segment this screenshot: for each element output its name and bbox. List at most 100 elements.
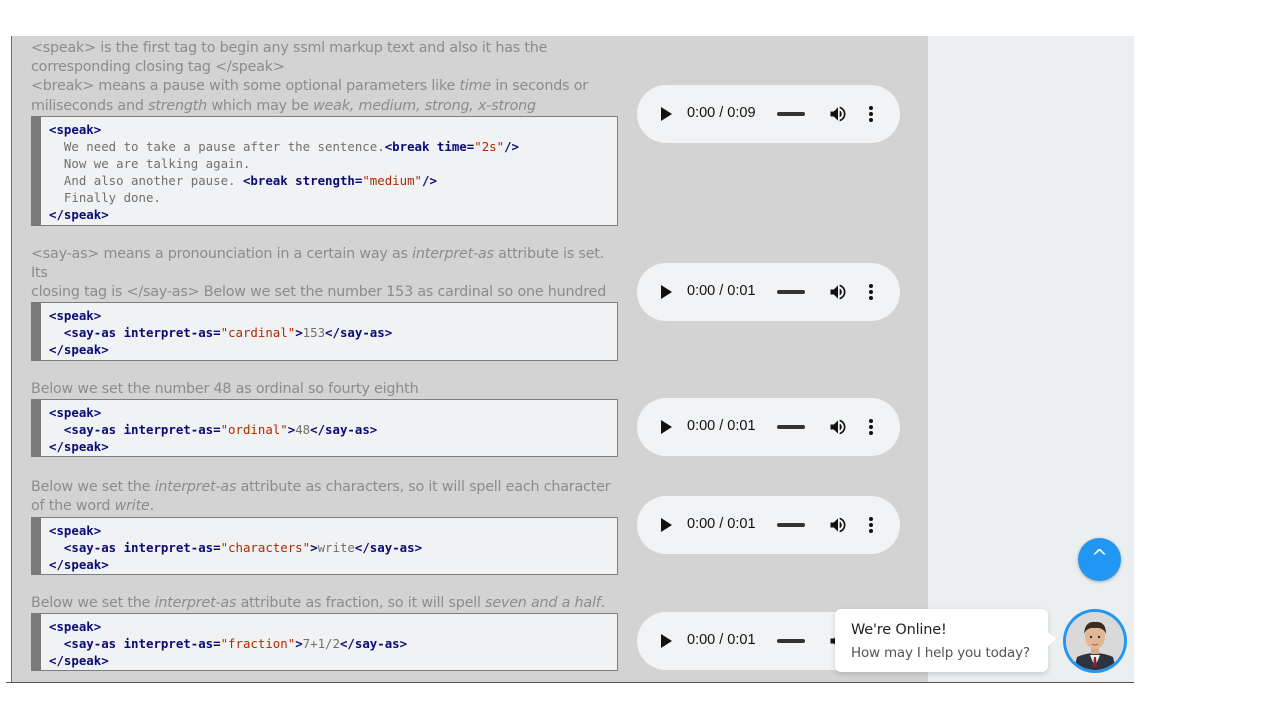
ssml-code-block: <speak> We need to take a pause after th… — [31, 116, 618, 226]
ssml-tag: <speak> — [49, 122, 102, 137]
text-segment: which may be — [207, 97, 314, 114]
chat-greeting-bubble[interactable]: We're Online! How may I help you today? — [835, 609, 1056, 672]
text-segment: And also another pause. — [49, 173, 243, 188]
section-description: Below we set the interpret-as attribute … — [31, 594, 621, 613]
audio-player[interactable]: 0:00 / 0:01 — [637, 263, 900, 321]
more-options-icon[interactable] — [869, 284, 873, 300]
ssml-tag: <speak> — [49, 405, 102, 420]
text-segment: attribute as fraction, so it will spell — [236, 595, 486, 611]
player-time: 0:00 / 0:01 — [687, 418, 756, 434]
text-segment: 153 — [302, 325, 326, 340]
text-segment: We need to take a pause after the senten… — [49, 139, 385, 154]
volume-icon[interactable] — [827, 515, 849, 535]
description-line: Below we set the interpret-as attribute … — [31, 594, 621, 613]
ssml-tag: > — [310, 540, 318, 555]
code-line: </speak> — [49, 438, 617, 455]
audio-player[interactable]: 0:00 / 0:01 — [637, 496, 900, 554]
audio-player[interactable]: 0:00 / 0:09 — [637, 85, 900, 143]
ssml-tag: </speak> — [49, 439, 109, 454]
ssml-tag: <speak> — [49, 619, 102, 634]
ssml-tag: </speak> — [49, 557, 109, 572]
description-line: miliseconds and strength which may be we… — [31, 97, 621, 116]
description-line: Below we set the number 48 as ordinal so… — [31, 380, 621, 399]
code-line: And also another pause. <break strength=… — [49, 172, 617, 189]
ssml-tag: <break strength= — [242, 173, 363, 188]
ssml-tag: > — [295, 325, 303, 340]
progress-track[interactable] — [777, 290, 805, 294]
progress-track[interactable] — [777, 523, 805, 527]
left-border — [11, 36, 12, 682]
description-line: <speak> is the first tag to begin any ss… — [31, 39, 621, 58]
code-line: We need to take a pause after the senten… — [49, 138, 617, 155]
text-segment: Below we set the — [31, 595, 155, 611]
section-description: Below we set the interpret-as attribute … — [31, 478, 621, 516]
ssml-tag: </say-as> — [310, 422, 378, 437]
text-segment: Finally done. — [49, 190, 161, 205]
player-time: 0:00 / 0:09 — [687, 105, 756, 121]
more-options-icon[interactable] — [869, 517, 873, 533]
text-segment — [49, 636, 64, 651]
play-icon[interactable] — [661, 518, 672, 532]
player-time: 0:00 / 0:01 — [687, 283, 756, 299]
emphasis-text: write — [114, 498, 150, 515]
text-segment: Now we are talking again. — [49, 156, 251, 171]
volume-icon[interactable] — [827, 282, 849, 302]
chat-subtitle: How may I help you today? — [851, 645, 1030, 661]
progress-track[interactable] — [777, 639, 805, 643]
description-line: <break> means a pause with some optional… — [31, 77, 621, 96]
progress-track[interactable] — [777, 112, 805, 116]
progress-track[interactable] — [777, 425, 805, 429]
play-icon[interactable] — [661, 634, 672, 648]
text-segment: <speak> is the first tag to begin any ss… — [31, 40, 548, 56]
text-segment — [49, 540, 64, 555]
description-line: closing tag is </say-as> Below we set th… — [31, 283, 621, 302]
more-options-icon[interactable] — [869, 419, 873, 435]
ssml-tag: </speak> — [49, 342, 109, 357]
ssml-attr-value: "characters" — [220, 540, 311, 555]
text-segment: of the word — [31, 498, 115, 515]
ssml-attr-value: "fraction" — [220, 636, 296, 651]
ssml-attr-value: "cardinal" — [220, 325, 296, 340]
code-line: <speak> — [49, 522, 617, 539]
emphasis-text: strength — [148, 97, 208, 114]
text-segment: <break> means a pause with some optional… — [31, 78, 460, 95]
text-segment: . — [149, 498, 155, 515]
play-icon[interactable] — [661, 420, 672, 434]
emphasis-text: weak, medium, strong, x-strong — [313, 97, 536, 114]
ssml-tag: <say-as interpret-as= — [63, 325, 221, 340]
code-line: <say-as interpret-as="cardinal">153</say… — [49, 324, 617, 341]
ssml-tag: <say-as interpret-as= — [63, 636, 221, 651]
text-segment: 7+1/2 — [302, 636, 340, 651]
audio-player[interactable]: 0:00 / 0:01 — [637, 398, 900, 456]
section-description: <speak> is the first tag to begin any ss… — [31, 39, 621, 116]
more-options-icon[interactable] — [869, 106, 873, 122]
code-line: Now we are talking again. — [49, 155, 617, 172]
ssml-tag: <speak> — [49, 523, 102, 538]
ssml-code-block: <speak> <say-as interpret-as="cardinal">… — [31, 302, 618, 361]
code-line: Finally done. — [49, 189, 617, 206]
play-icon[interactable] — [661, 107, 672, 121]
description-line: Below we set the interpret-as attribute … — [31, 478, 621, 497]
ssml-tag: <say-as interpret-as= — [63, 422, 221, 437]
chat-agent-avatar[interactable] — [1063, 609, 1127, 673]
description-line: of the word write. — [31, 497, 621, 516]
play-icon[interactable] — [661, 285, 672, 299]
player-time: 0:00 / 0:01 — [687, 516, 756, 532]
text-segment: . — [600, 595, 606, 611]
right-panel — [928, 36, 1134, 682]
volume-icon[interactable] — [827, 417, 849, 437]
text-segment: Below we set the number 48 as ordinal so… — [31, 381, 419, 397]
code-line: </speak> — [49, 341, 617, 358]
text-segment: corresponding closing tag </speak> — [31, 59, 285, 76]
ssml-tag: </speak> — [49, 653, 109, 668]
text-segment: Below we set the — [31, 479, 155, 495]
text-segment — [49, 422, 64, 437]
volume-icon[interactable] — [827, 104, 849, 124]
code-line: </speak> — [49, 652, 617, 669]
scroll-to-top-button[interactable]: ^ — [1078, 538, 1121, 581]
ssml-tag: </say-as> — [339, 636, 408, 651]
ssml-attr-value: "2s" — [474, 139, 505, 154]
emphasis-text: interpret-as — [154, 595, 237, 611]
code-line: <say-as interpret-as="characters">write<… — [49, 539, 617, 556]
text-segment: miliseconds and — [31, 97, 149, 114]
